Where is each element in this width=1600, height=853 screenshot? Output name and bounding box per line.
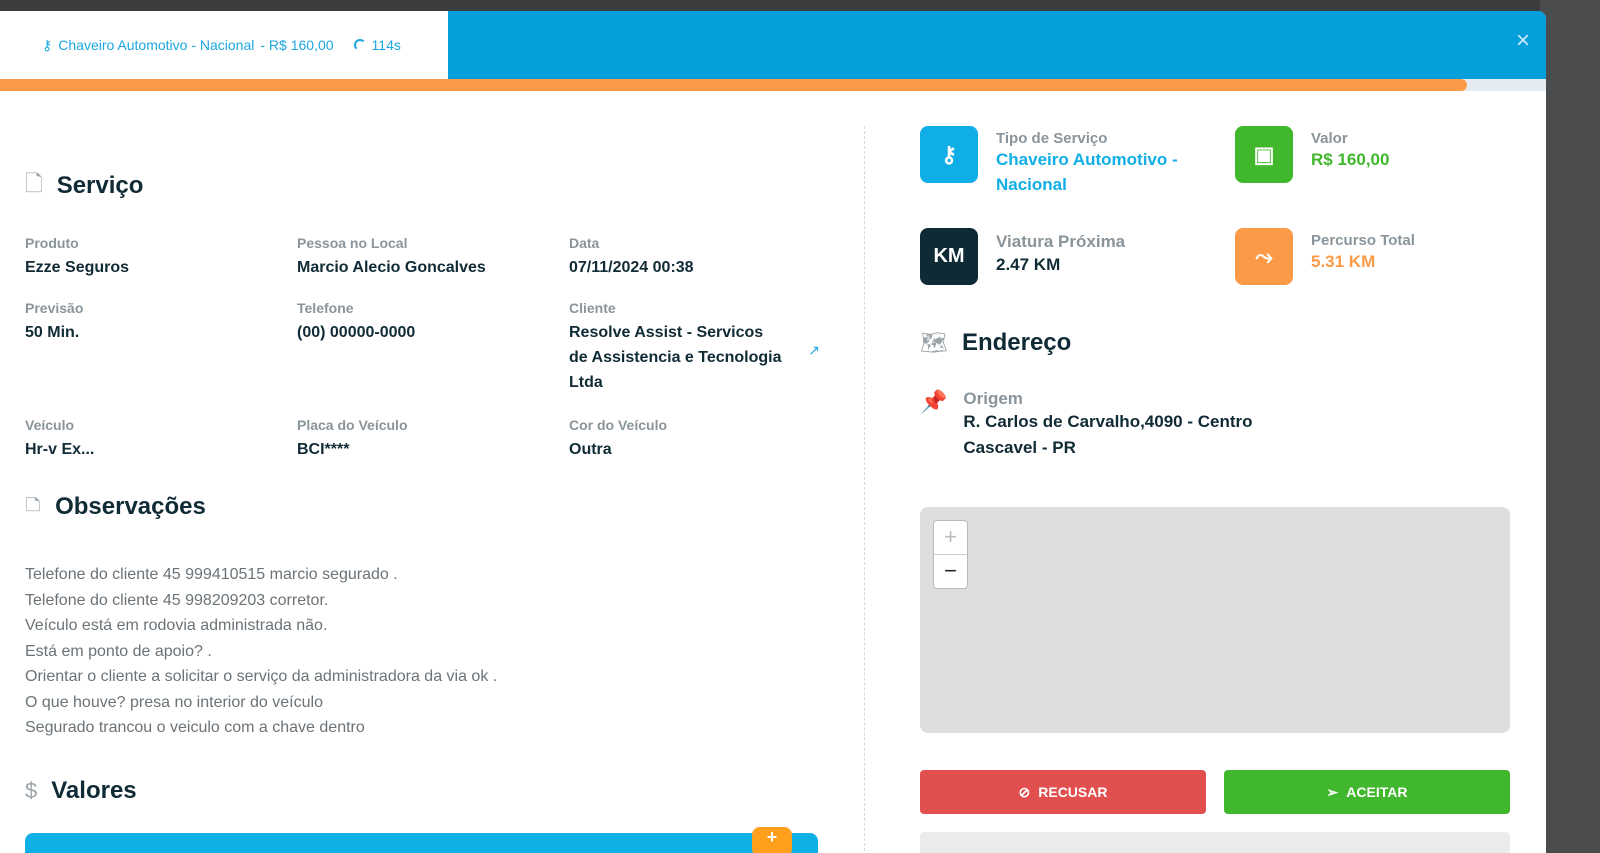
section-valores: $ Valores <box>25 777 820 805</box>
obs-line: Veículo está em rodovia administrada não… <box>25 617 328 634</box>
section-title: Valores <box>51 776 137 804</box>
field-label: Produto <box>25 235 79 251</box>
field-telefone: Telefone (00) 00000-0000 <box>297 300 569 417</box>
service-offer-modal: ⚷ Chaveiro Automotivo - Nacional - R$ 16… <box>0 11 1546 853</box>
field-value: Resolve Assist - Servicos de Assistencia… <box>569 324 782 391</box>
header-tab: ⚷ Chaveiro Automotivo - Nacional - R$ 16… <box>0 11 448 79</box>
field-data: Data 07/11/2024 00:38 <box>569 235 820 300</box>
field-pessoa: Pessoa no Local Marcio Alecio Goncalves <box>297 235 569 300</box>
secondary-button[interactable] <box>920 832 1510 853</box>
pin-icon: 📌 <box>920 389 948 414</box>
obs-line: O que houve? presa no interior do veícul… <box>25 693 323 711</box>
field-value: Marcio Alecio Goncalves <box>297 259 486 276</box>
field-value: Ezze Seguros <box>25 259 130 276</box>
card-percurso: ⤳ Percurso Total 5.31 KM <box>1235 228 1415 285</box>
section-title: Serviço <box>56 172 144 199</box>
field-label: Telefone <box>297 300 354 316</box>
field-value: (00) 00000-0000 <box>297 324 416 341</box>
section-observacoes: 🗅 Observações <box>25 488 820 526</box>
key-icon: ⚷ <box>920 126 978 183</box>
money-icon: ▣ <box>1235 126 1293 183</box>
field-previsao: Previsão 50 Min. <box>25 300 297 417</box>
origem-city: Cascavel - PR <box>963 438 1076 457</box>
card-valor: ▣ Valor R$ 160,00 <box>1235 126 1389 183</box>
paper-plane-icon: ➢ <box>1326 783 1339 800</box>
card-value: 2.47 KM <box>996 255 1061 274</box>
card-tipo-servico: ⚷ Tipo de Serviço Chaveiro Automotivo - Na… <box>920 126 1206 197</box>
field-value: Hr-v Ex... <box>25 441 95 458</box>
column-divider <box>864 126 865 853</box>
field-veiculo: Veículo Hr-v Ex... <box>25 417 297 462</box>
origem-address: R. Carlos de Carvalho,4090 - Centro <box>963 412 1253 431</box>
card-viatura: KM Viatura Próxima 2.47 KM <box>920 228 1125 285</box>
map-zoom-control: + − <box>933 520 968 589</box>
field-label: Cor do Veículo <box>569 417 668 433</box>
header-timer: 114s <box>371 37 401 53</box>
card-label: Tipo de Serviço <box>996 130 1108 147</box>
obs-line: Telefone do cliente 45 998209203 correto… <box>25 591 329 609</box>
route-icon: ⤳ <box>1235 228 1293 285</box>
field-placa: Placa do Veículo BCI**** <box>297 417 569 462</box>
section-title: Endereço <box>961 329 1072 356</box>
obs-line: Está em ponto de apoio? . <box>25 642 212 660</box>
field-produto: Produto Ezze Seguros <box>25 235 297 300</box>
field-value: Outra <box>569 441 612 458</box>
card-value: Chaveiro Automotivo - Nacional <box>996 150 1178 194</box>
field-label: Placa do Veículo <box>297 417 408 433</box>
origem-block: 📌 Origem R. Carlos de Carvalho,4090 - Ce… <box>920 389 1253 461</box>
modal-header: ⚷ Chaveiro Automotivo - Nacional - R$ 16… <box>0 11 1546 79</box>
close-button[interactable]: × <box>1516 27 1530 55</box>
section-servico: 🗋 Serviço <box>25 167 820 205</box>
field-label: Veículo <box>25 417 75 433</box>
aceitar-button[interactable]: ➢ ACEITAR <box>1224 770 1510 814</box>
card-value: R$ 160,00 <box>1311 150 1390 169</box>
km-icon: KM <box>920 228 978 285</box>
field-value: 07/11/2024 00:38 <box>569 259 694 276</box>
field-label: Data <box>569 235 600 251</box>
ban-icon: ⊘ <box>1018 783 1031 800</box>
zoom-in-button[interactable]: + <box>934 521 967 555</box>
document-icon: 🗋 <box>25 171 43 196</box>
obs-line: Segurado trancou o veiculo com a chave d… <box>25 719 365 736</box>
note-icon: 🗅 <box>25 492 42 517</box>
field-cor: Cor do Veículo Outra <box>569 417 820 462</box>
aceitar-label: ACEITAR <box>1346 784 1408 800</box>
origem-label: Origem <box>963 389 1023 408</box>
obs-line: Telefone do cliente 45 999410515 marcio … <box>25 566 398 583</box>
field-cliente: Cliente Resolve Assist - Servicos de Assi… <box>569 300 820 417</box>
card-value: 5.31 KM <box>1311 252 1376 271</box>
section-title: Observações <box>55 493 206 520</box>
zoom-out-button[interactable]: − <box>934 555 967 589</box>
field-label: Cliente <box>569 300 616 316</box>
valores-table-header: + <box>25 826 818 853</box>
background-page <box>1540 0 1600 853</box>
service-fields: Produto Ezze Seguros Pessoa no Local Marci… <box>25 235 820 462</box>
field-label: Previsão <box>25 300 84 316</box>
recusar-button[interactable]: ⊘ RECUSAR <box>920 770 1206 814</box>
recusar-label: RECUSAR <box>1038 784 1108 800</box>
observations-text: Telefone do cliente 45 999410515 marcio … <box>25 562 820 741</box>
map[interactable]: + − <box>920 507 1510 733</box>
card-label: Valor <box>1311 130 1348 147</box>
spinner-icon <box>353 39 366 51</box>
key-icon: ⚷ <box>42 36 53 53</box>
card-label: Viatura Próxima <box>996 232 1126 251</box>
map-icon: 🗺 <box>920 330 948 355</box>
external-link-icon[interactable]: ↗ <box>808 342 820 359</box>
header-service: Chaveiro Automotivo - Nacional <box>58 37 255 53</box>
field-label: Pessoa no Local <box>297 235 408 251</box>
field-value: BCI**** <box>297 441 350 458</box>
section-endereco: 🗺 Endereço <box>920 329 1071 357</box>
header-price: - R$ 160,00 <box>260 37 334 53</box>
add-valor-button[interactable]: + <box>752 826 792 853</box>
countdown-progress <box>0 79 1546 91</box>
dollar-icon: $ <box>25 777 38 803</box>
progress-fill <box>0 79 1468 91</box>
card-label: Percurso Total <box>1311 232 1415 249</box>
obs-line: Orientar o cliente a solicitar o serviço… <box>25 668 498 685</box>
field-value: 50 Min. <box>25 324 80 341</box>
